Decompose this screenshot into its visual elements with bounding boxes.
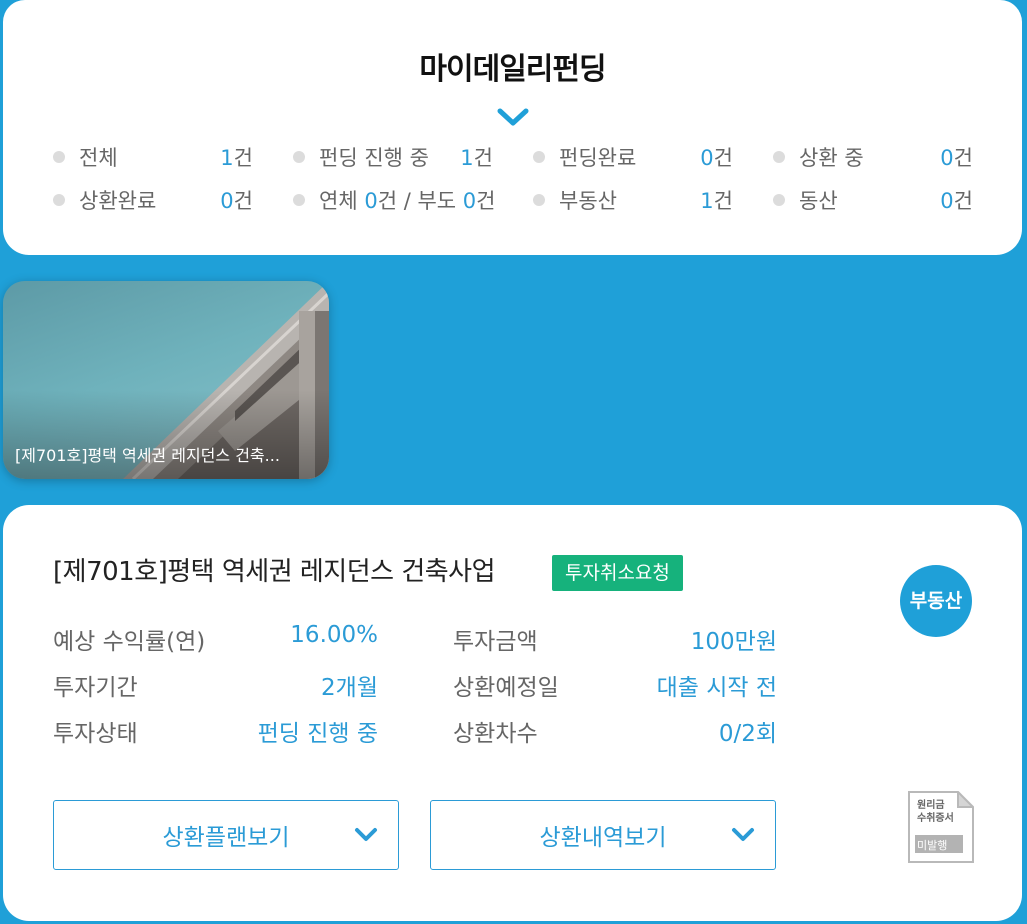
bullet-icon	[533, 194, 545, 206]
stat-real-estate[interactable]: 부동산 1건	[533, 185, 733, 215]
stat-label: 상환완료	[79, 189, 157, 213]
expected-return-value: 16.00%	[290, 622, 378, 648]
repay-date-label: 상환예정일	[453, 675, 559, 701]
receipt-line1: 원리금	[917, 800, 945, 811]
bullet-icon	[53, 194, 65, 206]
receipt-status: 미발행	[917, 839, 948, 852]
repay-count-label: 상환차수	[453, 721, 538, 747]
bullet-icon	[773, 151, 785, 163]
stat-repaid[interactable]: 상환완료 0건	[53, 185, 253, 215]
stat-label: 펀딩완료	[559, 146, 637, 170]
project-title[interactable]: [제701호]평택 역세권 레지던스 건축사업	[53, 551, 496, 588]
summary-card: 마이데일리펀딩 전체 1건 펀딩 진행 중 1건 펀딩완료 0건 상환 중 0건…	[3, 0, 1022, 255]
repay-date-value: 대출 시작 전	[656, 675, 777, 701]
chevron-down-icon	[355, 828, 377, 841]
stat-funding-in-progress[interactable]: 펀딩 진행 중 1건	[293, 142, 493, 172]
bullet-icon	[53, 151, 65, 163]
bullet-icon	[293, 194, 305, 206]
repay-plan-label: 상환플랜보기	[162, 825, 290, 851]
bullet-icon	[533, 151, 545, 163]
chevron-down-icon[interactable]	[496, 106, 530, 128]
stat-value: 1	[700, 189, 714, 213]
stat-repaying[interactable]: 상환 중 0건	[773, 142, 973, 172]
stat-value: 0	[220, 189, 234, 213]
status-badge: 투자취소요청	[552, 555, 683, 591]
invest-status-value: 펀딩 진행 중	[257, 721, 378, 747]
stat-funding-complete[interactable]: 펀딩완료 0건	[533, 142, 733, 172]
bullet-icon	[773, 194, 785, 206]
expected-return-label: 예상 수익률(연)	[53, 629, 206, 655]
category-badge: 부동산	[900, 565, 972, 637]
receipt-document-icon: 원리금 수취증서 미발행	[908, 791, 974, 863]
period-label: 투자기간	[53, 675, 138, 701]
stat-total[interactable]: 전체 1건	[53, 142, 253, 172]
invest-amount-value: 100만원	[690, 629, 777, 655]
repay-history-label: 상환내역보기	[539, 825, 667, 851]
page-title: 마이데일리펀딩	[419, 52, 606, 87]
stat-value: 0	[940, 189, 954, 213]
stat-label: 연체 0건 / 부도 0건	[319, 189, 496, 213]
stat-movable-property[interactable]: 동산 0건	[773, 185, 973, 215]
stat-value: 1	[220, 146, 234, 170]
stat-value-default: 0	[462, 189, 477, 213]
stat-value: 0	[940, 146, 954, 170]
receipt-line2: 수취증서	[917, 813, 954, 824]
stat-label: 상환 중	[799, 146, 864, 170]
thumbnail-caption: [제701호]평택 역세권 레지던스 건축...	[15, 446, 280, 465]
stat-label: 펀딩 진행 중	[319, 146, 429, 170]
invest-amount-label: 투자금액	[453, 629, 538, 655]
stat-overdue-default[interactable]: 연체 0건 / 부도 0건	[293, 185, 496, 215]
stat-label: 동산	[799, 189, 838, 213]
stat-value: 1	[460, 146, 474, 170]
repay-history-button[interactable]: 상환내역보기	[430, 800, 776, 870]
bullet-icon	[293, 151, 305, 163]
chevron-down-icon	[732, 828, 754, 841]
period-value: 2개월	[321, 675, 378, 701]
stat-label: 부동산	[559, 189, 617, 213]
repay-count-value: 0/2회	[718, 721, 777, 747]
stat-label: 전체	[79, 146, 118, 170]
investment-detail-card: [제701호]평택 역세권 레지던스 건축사업 투자취소요청 부동산 예상 수익…	[3, 505, 1022, 921]
repay-plan-button[interactable]: 상환플랜보기	[53, 800, 399, 870]
invest-status-label: 투자상태	[53, 721, 138, 747]
stat-value: 0	[700, 146, 714, 170]
stat-value-overdue: 0	[364, 189, 378, 213]
